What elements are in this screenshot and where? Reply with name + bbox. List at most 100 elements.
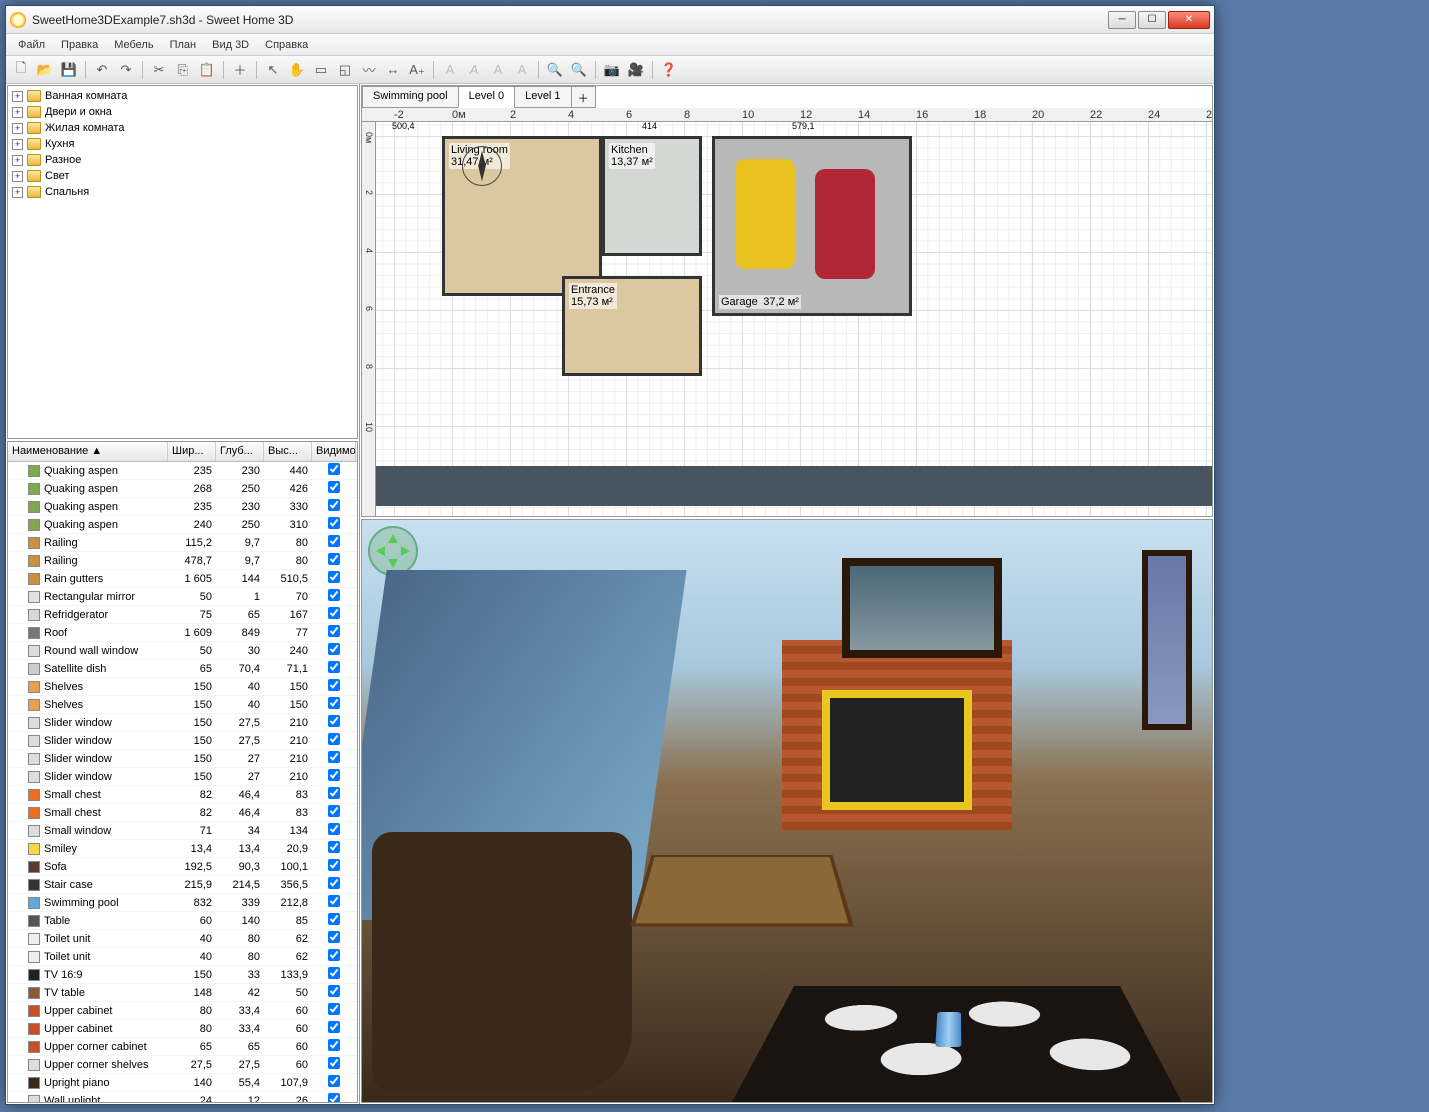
- save-icon[interactable]: 💾: [58, 59, 80, 81]
- tab-add[interactable]: ＋: [571, 86, 596, 108]
- visible-checkbox[interactable]: [328, 499, 340, 511]
- visible-checkbox[interactable]: [328, 823, 340, 835]
- furniture-row[interactable]: Stair case215,9214,5356,5: [8, 876, 357, 894]
- visible-checkbox[interactable]: [328, 679, 340, 691]
- minimize-button[interactable]: ─: [1108, 11, 1136, 29]
- expand-icon[interactable]: +: [12, 123, 23, 134]
- text-plus-icon[interactable]: A: [487, 59, 509, 81]
- furniture-row[interactable]: Satellite dish6570,471,1: [8, 660, 357, 678]
- visible-checkbox[interactable]: [328, 517, 340, 529]
- furniture-row[interactable]: Small chest8246,483: [8, 786, 357, 804]
- tab-level1[interactable]: Level 1: [514, 86, 571, 108]
- furniture-row[interactable]: Shelves15040150: [8, 696, 357, 714]
- zoom-out-icon[interactable]: 🔍: [568, 59, 590, 81]
- furniture-row[interactable]: Toilet unit408062: [8, 930, 357, 948]
- furniture-row[interactable]: TV 16:915033133,9: [8, 966, 357, 984]
- furniture-row[interactable]: TV table1484250: [8, 984, 357, 1002]
- visible-checkbox[interactable]: [328, 661, 340, 673]
- furniture-row[interactable]: Upper cabinet8033,460: [8, 1002, 357, 1020]
- visible-checkbox[interactable]: [328, 589, 340, 601]
- redo-icon[interactable]: ↷: [115, 59, 137, 81]
- furniture-row[interactable]: Quaking aspen268250426: [8, 480, 357, 498]
- tree-item[interactable]: +Спальня: [10, 184, 355, 200]
- room-garage[interactable]: Garage 37,2 м²: [712, 136, 912, 316]
- furniture-row[interactable]: Slider window15027,5210: [8, 732, 357, 750]
- furniture-row[interactable]: Roof1 60984977: [8, 624, 357, 642]
- furniture-row[interactable]: Railing478,79,780: [8, 552, 357, 570]
- visible-checkbox[interactable]: [328, 751, 340, 763]
- visible-checkbox[interactable]: [328, 481, 340, 493]
- open-icon[interactable]: 📂: [34, 59, 56, 81]
- view-3d[interactable]: [361, 519, 1213, 1103]
- visible-checkbox[interactable]: [328, 535, 340, 547]
- visible-checkbox[interactable]: [328, 1075, 340, 1087]
- cut-icon[interactable]: ✂: [148, 59, 170, 81]
- polyline-icon[interactable]: 〰: [358, 59, 380, 81]
- wall-icon[interactable]: ▭: [310, 59, 332, 81]
- visible-checkbox[interactable]: [328, 949, 340, 961]
- furniture-header[interactable]: Наименование ▲ Шир... Глуб... Выс... Вид…: [8, 442, 357, 462]
- visible-checkbox[interactable]: [328, 769, 340, 781]
- visible-checkbox[interactable]: [328, 1003, 340, 1015]
- menu-3dview[interactable]: Вид 3D: [204, 36, 257, 54]
- furniture-row[interactable]: Upright piano14055,4107,9: [8, 1074, 357, 1092]
- visible-checkbox[interactable]: [328, 625, 340, 637]
- video-icon[interactable]: 🎥: [625, 59, 647, 81]
- visible-checkbox[interactable]: [328, 1093, 340, 1102]
- visible-checkbox[interactable]: [328, 733, 340, 745]
- furniture-row[interactable]: Round wall window5030240: [8, 642, 357, 660]
- new-icon[interactable]: 🗋: [10, 59, 32, 81]
- tab-level0[interactable]: Level 0: [458, 86, 515, 108]
- visible-checkbox[interactable]: [328, 985, 340, 997]
- visible-checkbox[interactable]: [328, 931, 340, 943]
- furniture-row[interactable]: Railing115,29,780: [8, 534, 357, 552]
- plan-view[interactable]: Swimming pool Level 0 Level 1 ＋ -20м2468…: [361, 85, 1213, 517]
- tree-item[interactable]: +Ванная комната: [10, 88, 355, 104]
- text-italic-icon[interactable]: A: [463, 59, 485, 81]
- dimension-icon[interactable]: ↔: [382, 59, 404, 81]
- expand-icon[interactable]: +: [12, 171, 23, 182]
- close-button[interactable]: ✕: [1168, 11, 1210, 29]
- room-icon[interactable]: ◱: [334, 59, 356, 81]
- photo-icon[interactable]: 📷: [601, 59, 623, 81]
- furniture-row[interactable]: Rectangular mirror50170: [8, 588, 357, 606]
- furniture-row[interactable]: Table6014085: [8, 912, 357, 930]
- furniture-row[interactable]: Slider window15027210: [8, 768, 357, 786]
- maximize-button[interactable]: ☐: [1138, 11, 1166, 29]
- visible-checkbox[interactable]: [328, 571, 340, 583]
- furniture-row[interactable]: Rain gutters1 605144510,5: [8, 570, 357, 588]
- furniture-row[interactable]: Upper cabinet8033,460: [8, 1020, 357, 1038]
- furniture-row[interactable]: Upper corner shelves27,527,560: [8, 1056, 357, 1074]
- visible-checkbox[interactable]: [328, 841, 340, 853]
- visible-checkbox[interactable]: [328, 607, 340, 619]
- visible-checkbox[interactable]: [328, 643, 340, 655]
- visible-checkbox[interactable]: [328, 463, 340, 475]
- paste-icon[interactable]: 📋: [196, 59, 218, 81]
- visible-checkbox[interactable]: [328, 1039, 340, 1051]
- pan-icon[interactable]: ✋: [286, 59, 308, 81]
- visible-checkbox[interactable]: [328, 859, 340, 871]
- furniture-body[interactable]: Quaking aspen235230440Quaking aspen26825…: [8, 462, 357, 1102]
- visible-checkbox[interactable]: [328, 1057, 340, 1069]
- furniture-row[interactable]: Shelves15040150: [8, 678, 357, 696]
- furniture-row[interactable]: Small window7134134: [8, 822, 357, 840]
- furniture-row[interactable]: Quaking aspen235230440: [8, 462, 357, 480]
- text-bold-icon[interactable]: A: [439, 59, 461, 81]
- furniture-row[interactable]: Smiley13,413,420,9: [8, 840, 357, 858]
- nav-3d-control[interactable]: [368, 526, 418, 576]
- furniture-row[interactable]: Small chest8246,483: [8, 804, 357, 822]
- tree-item[interactable]: +Кухня: [10, 136, 355, 152]
- copy-icon[interactable]: ⎘: [172, 59, 194, 81]
- menu-help[interactable]: Справка: [257, 36, 316, 54]
- visible-checkbox[interactable]: [328, 913, 340, 925]
- visible-checkbox[interactable]: [328, 787, 340, 799]
- furniture-row[interactable]: Swimming pool832339212,8: [8, 894, 357, 912]
- furniture-row[interactable]: Sofa192,590,3100,1: [8, 858, 357, 876]
- floorplan[interactable]: Living room31,47 м² Kitchen13,37 м² Entr…: [442, 136, 952, 396]
- visible-checkbox[interactable]: [328, 877, 340, 889]
- menu-file[interactable]: Файл: [10, 36, 53, 54]
- visible-checkbox[interactable]: [328, 697, 340, 709]
- text-icon[interactable]: A₊: [406, 59, 428, 81]
- visible-checkbox[interactable]: [328, 553, 340, 565]
- catalog-tree[interactable]: +Ванная комната+Двери и окна+Жилая комна…: [7, 85, 358, 439]
